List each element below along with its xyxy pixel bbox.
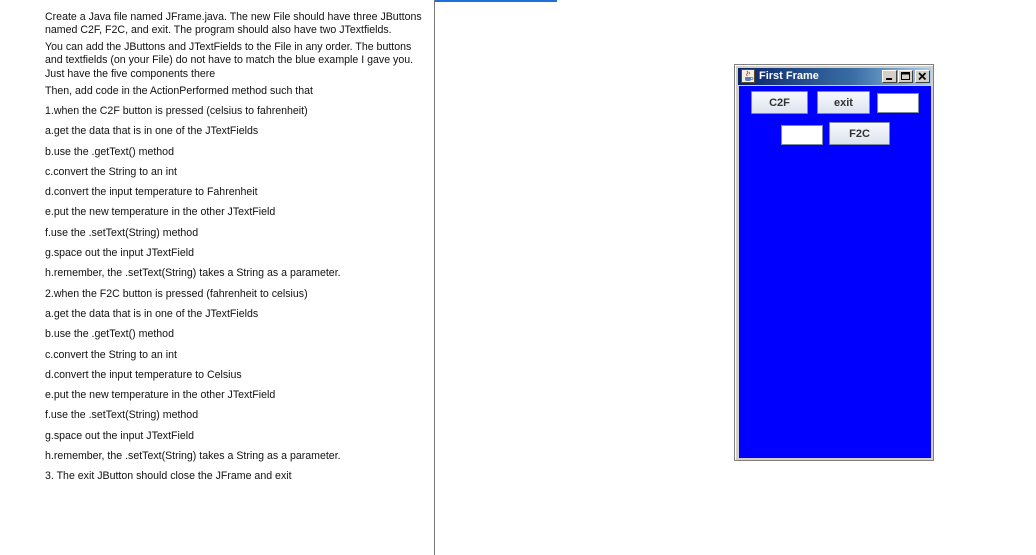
close-icon[interactable] bbox=[915, 70, 930, 83]
instruction-line: h.remember, the .setText(String) takes a… bbox=[45, 450, 341, 463]
c2f-button[interactable]: C2F bbox=[751, 91, 808, 114]
instruction-line: f.use the .setText(String) method bbox=[45, 226, 199, 239]
instruction-line: c.convert the String to an int bbox=[45, 348, 177, 361]
temperature-field-bottom[interactable] bbox=[781, 125, 823, 145]
java-frame-window: First Frame C2F exit F2C bbox=[734, 64, 934, 461]
instruction-line: f.use the .setText(String) method bbox=[45, 409, 199, 422]
instruction-line: e.put the new temperature in the other J… bbox=[45, 206, 276, 219]
top-accent-bar bbox=[435, 0, 557, 2]
minimize-icon[interactable] bbox=[882, 70, 897, 83]
maximize-icon[interactable] bbox=[898, 70, 913, 83]
instruction-line: a.get the data that is in one of the JTe… bbox=[45, 307, 259, 320]
instruction-line: Then, add code in the ActionPerformed me… bbox=[45, 84, 313, 97]
instruction-line: b.use the .getText() method bbox=[45, 145, 174, 158]
instruction-paragraph: Create a Java file named JFrame.java. Th… bbox=[45, 11, 422, 37]
frame-content-pane: C2F exit F2C bbox=[739, 86, 931, 458]
f2c-button[interactable]: F2C bbox=[829, 122, 890, 145]
window-title: First Frame bbox=[759, 70, 819, 82]
instruction-line: g.space out the input JTextField bbox=[45, 247, 194, 260]
instruction-line: e.put the new temperature in the other J… bbox=[45, 389, 276, 402]
instruction-line: c.convert the String to an int bbox=[45, 165, 177, 178]
exit-button[interactable]: exit bbox=[817, 91, 870, 114]
instruction-line: b.use the .getText() method bbox=[45, 328, 174, 341]
instruction-paragraph: You can add the JButtons and JTextFields… bbox=[45, 41, 414, 80]
java-coffee-icon[interactable] bbox=[741, 69, 755, 83]
instruction-line: a.get the data that is in one of the JTe… bbox=[45, 125, 259, 138]
temperature-field-top[interactable] bbox=[877, 93, 919, 113]
window-title-bar[interactable]: First Frame bbox=[738, 68, 931, 85]
instruction-line: g.space out the input JTextField bbox=[45, 429, 194, 442]
instruction-line: 3. The exit JButton should close the JFr… bbox=[45, 470, 292, 483]
instruction-line: 1.when the C2F button is pressed (celsiu… bbox=[45, 104, 308, 117]
assignment-instructions: Create a Java file named JFrame.java. Th… bbox=[45, 11, 425, 491]
instruction-line: d.convert the input temperature to Fahre… bbox=[45, 186, 258, 199]
instruction-line: h.remember, the .setText(String) takes a… bbox=[45, 267, 341, 280]
instruction-line: d.convert the input temperature to Celsi… bbox=[45, 368, 242, 381]
instruction-line: 2.when the F2C button is pressed (fahren… bbox=[45, 287, 308, 300]
document-page-edge bbox=[434, 0, 435, 555]
